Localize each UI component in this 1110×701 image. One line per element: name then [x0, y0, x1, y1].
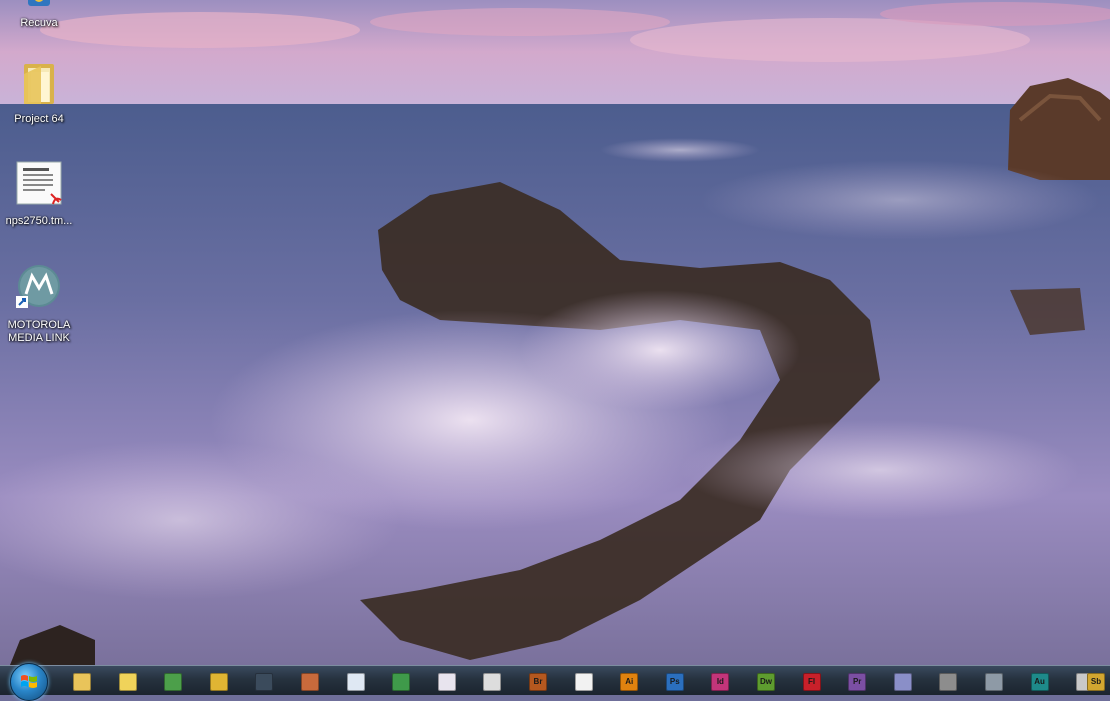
wallpaper-seascape — [0, 0, 1110, 665]
visual-studio-icon — [893, 673, 912, 691]
taskbar-button-illustrator[interactable]: Ai — [617, 670, 639, 692]
dreamweaver-icon: Dw — [757, 673, 775, 691]
chrome-icon — [164, 673, 183, 691]
desktop-icon-project64[interactable]: Project 64 — [0, 60, 78, 126]
recuva-icon — [0, 0, 78, 15]
motorola-icon — [0, 262, 78, 317]
desktop-icon-label: Project 64 — [14, 113, 64, 125]
desktop-icon-label: MOTOROLA MEDIA LINK — [7, 319, 71, 344]
pdf-document-icon — [0, 160, 78, 213]
excel-icon — [392, 673, 411, 691]
taskbar-button-app-grey[interactable] — [982, 670, 1004, 692]
desktop-icon-label: Recuva — [20, 17, 58, 29]
document-app-icon — [346, 673, 365, 691]
notebook-app-icon — [437, 673, 456, 691]
taskbar-button-flash[interactable]: Fl — [800, 670, 822, 692]
taskbar-button-soundbooth[interactable]: Sb — [1084, 670, 1106, 692]
photoshop-icon: Ps — [665, 673, 684, 691]
taskbar-button-dreamweaver[interactable]: Dw — [754, 670, 776, 692]
grey-app-icon — [985, 673, 1003, 691]
folder-explorer-icon — [73, 673, 91, 691]
taskbar-button-premiere[interactable]: Pr — [845, 670, 867, 692]
taskbar-button-chrome[interactable] — [161, 670, 183, 692]
taskbar-button-photoshop[interactable]: Ps — [663, 670, 685, 692]
illustrator-icon: Ai — [620, 673, 639, 691]
blank-app-icon — [255, 673, 274, 691]
windows-start-icon — [21, 675, 37, 688]
folder-icon — [0, 60, 78, 111]
soundbooth-icon: Sb — [1087, 673, 1105, 691]
desktop-icon-motorola[interactable]: MOTOROLA MEDIA LINK — [0, 262, 78, 345]
taskbar-button-film-app[interactable] — [936, 670, 958, 692]
desktop-icon-nps2750[interactable]: nps2750.tm... — [0, 160, 78, 228]
gold-app-icon — [209, 673, 228, 691]
taskbar-button-toolbox[interactable] — [298, 670, 320, 692]
lightning-app-icon — [118, 673, 137, 691]
taskbar: Br Ai Ps Id Dw Fl Pr Au Sb — [0, 663, 1110, 701]
adobe-bridge-icon: Br — [529, 673, 547, 691]
acrobat-icon — [574, 673, 593, 691]
taskbar-button-app-blank[interactable] — [252, 670, 274, 692]
dark-app-icon — [483, 673, 502, 691]
toolbox-icon — [301, 673, 319, 691]
premiere-icon: Pr — [848, 673, 867, 691]
taskbar-button-indesign[interactable]: Id — [708, 670, 730, 692]
film-app-icon — [939, 673, 958, 691]
taskbar-button-app-gold[interactable] — [207, 670, 229, 692]
taskbar-button-app-dark[interactable] — [480, 670, 502, 692]
taskbar-button-acrobat[interactable] — [572, 670, 594, 692]
taskbar-button-explorer[interactable] — [70, 670, 92, 692]
taskbar-button-visual-studio[interactable] — [891, 670, 913, 692]
taskbar-button-excel[interactable] — [389, 670, 411, 692]
taskbar-button-onenote[interactable] — [435, 670, 457, 692]
indesign-icon: Id — [711, 673, 730, 691]
desktop-icon-label: nps2750.tm... — [5, 215, 73, 227]
start-button[interactable] — [10, 663, 48, 701]
taskbar-button-audition[interactable]: Au — [1028, 670, 1050, 692]
desktop-icon-recuva[interactable]: Recuva — [0, 0, 78, 30]
taskbar-button-bridge[interactable]: Br — [526, 670, 548, 692]
flash-icon: Fl — [802, 673, 821, 691]
taskbar-button-winamp[interactable] — [116, 670, 138, 692]
desktop-wallpaper — [0, 0, 1110, 665]
taskbar-button-word[interactable] — [344, 670, 366, 692]
audition-icon: Au — [1030, 673, 1049, 691]
